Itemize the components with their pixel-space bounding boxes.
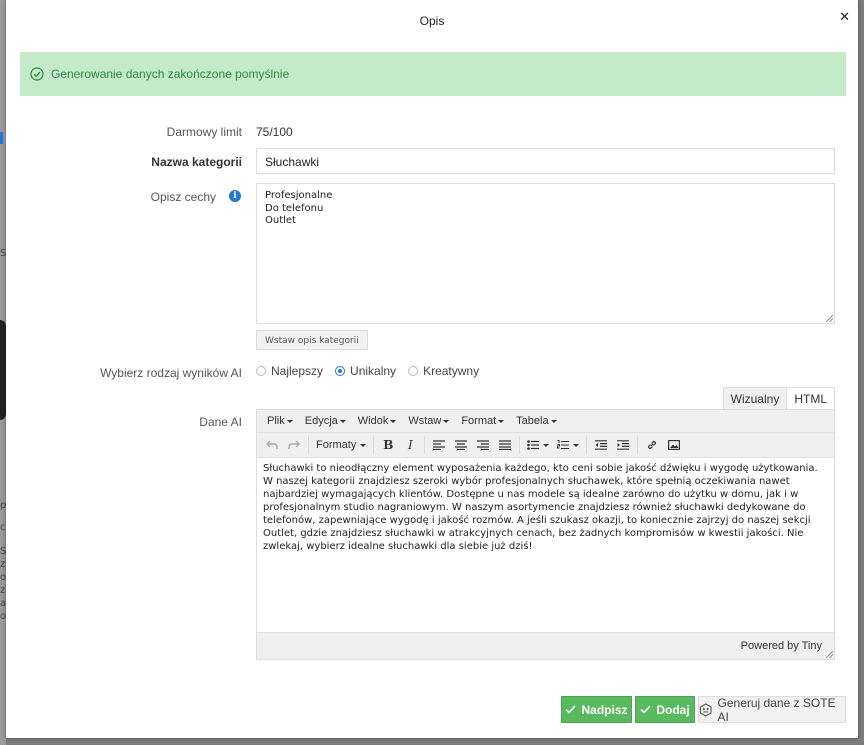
radio-best[interactable]: Najlepszy (256, 364, 323, 378)
toolbar-separator (424, 436, 426, 454)
align-left-icon[interactable] (428, 435, 450, 455)
editor-menubar: Plik Edycja Widok Wstaw Format Tabela (257, 410, 834, 433)
menu-format[interactable]: Format (461, 415, 504, 427)
free-limit-label: Darmowy limit (166, 125, 242, 139)
editor-toolbar: Formaty B I (257, 433, 834, 458)
radio-label: Najlepszy (271, 364, 324, 378)
editor-resize-handle[interactable] (826, 651, 833, 658)
background-text: z (0, 559, 6, 570)
ai-data-label: Dane AI (199, 415, 242, 429)
description-modal: Opis ✕ Generowanie danych zakończone pom… (6, 0, 858, 738)
bullet-list-icon[interactable] (523, 435, 553, 455)
redo-icon[interactable] (283, 435, 305, 455)
bold-icon[interactable]: B (377, 435, 399, 455)
toolbar-separator (308, 436, 309, 454)
toolbar-separator (586, 436, 588, 454)
menu-insert[interactable]: Wstaw (408, 415, 449, 427)
radio-circle[interactable] (408, 366, 419, 376)
category-name-label: Nazwa kategorii (151, 155, 242, 169)
generate-sote-ai-button[interactable]: Generuj dane z SOTE AI (698, 695, 846, 724)
modal-title: Opis (419, 14, 445, 28)
ai-result-type-label: Wybierz rodzaj wyników AI (100, 366, 242, 380)
radio-circle[interactable] (256, 366, 266, 376)
undo-icon[interactable] (261, 435, 283, 455)
image-icon[interactable] (663, 435, 685, 455)
toolbar-separator (519, 436, 521, 454)
background-accent (0, 132, 3, 144)
info-icon[interactable]: i (229, 190, 241, 202)
background-text: c (0, 522, 6, 533)
align-justify-icon[interactable] (494, 435, 516, 455)
ai-chip-icon (699, 702, 712, 717)
editor-content[interactable]: Słuchawki to nieodłączny element wyposaż… (257, 458, 834, 625)
add-button-label: Dodaj (656, 702, 690, 717)
insert-category-description-button[interactable]: Wstaw opis kategorii (256, 330, 368, 350)
menu-table[interactable]: Tabela (516, 415, 556, 427)
powered-by-tiny-link[interactable]: Powered by Tiny (741, 640, 822, 652)
close-icon[interactable]: ✕ (839, 10, 850, 24)
menu-file[interactable]: Plik (267, 415, 293, 427)
menu-edit[interactable]: Edycja (305, 415, 346, 427)
resize-handle[interactable] (826, 315, 833, 322)
editor-statusbar: Powered by Tiny (257, 632, 834, 659)
features-textarea[interactable]: Profesjonalne Do telefonu Outlet (256, 183, 835, 324)
align-center-icon[interactable] (450, 435, 472, 455)
category-name-input[interactable]: Słuchawki (256, 148, 835, 174)
outdent-icon[interactable] (590, 435, 612, 455)
tab-html[interactable]: HTML (787, 387, 835, 410)
radio-label: Unikalny (350, 364, 397, 378)
menu-view[interactable]: Widok (358, 415, 397, 427)
tab-visual[interactable]: Wizualny (722, 387, 788, 410)
rich-text-editor: Plik Edycja Widok Wstaw Format Tabela Fo… (256, 409, 835, 660)
ai-result-type-group: Najlepszy Unikalny Kreatywny (256, 364, 491, 378)
radio-creative[interactable]: Kreatywny (408, 364, 479, 378)
link-icon[interactable] (641, 435, 663, 455)
alert-text: Generowanie danych zakończone pomyślnie (51, 67, 290, 81)
toolbar-separator (373, 436, 375, 454)
features-label: Opisz cechy (150, 190, 216, 204)
align-right-icon[interactable] (472, 435, 494, 455)
radio-circle-selected[interactable] (335, 366, 346, 376)
formats-dropdown[interactable]: Formaty (312, 435, 370, 455)
check-icon (565, 705, 577, 714)
overwrite-button-label: Nadpisz (581, 702, 628, 717)
overwrite-button[interactable]: Nadpisz (561, 696, 632, 723)
italic-icon[interactable]: I (399, 435, 421, 455)
generate-button-label: Generuj dane z SOTE AI (717, 695, 836, 724)
add-button[interactable]: Dodaj (635, 696, 695, 723)
check-icon (640, 705, 651, 714)
editor-tabs: Wizualny HTML (722, 387, 835, 410)
toolbar-separator (637, 436, 639, 454)
numbered-list-icon[interactable] (553, 435, 583, 455)
free-limit-value: 75/100 (256, 125, 293, 139)
check-circle-icon (30, 67, 44, 81)
success-alert: Generowanie danych zakończone pomyślnie (20, 52, 846, 96)
indent-icon[interactable] (612, 435, 634, 455)
radio-unique[interactable]: Unikalny (335, 364, 396, 378)
radio-label: Kreatywny (423, 364, 480, 378)
